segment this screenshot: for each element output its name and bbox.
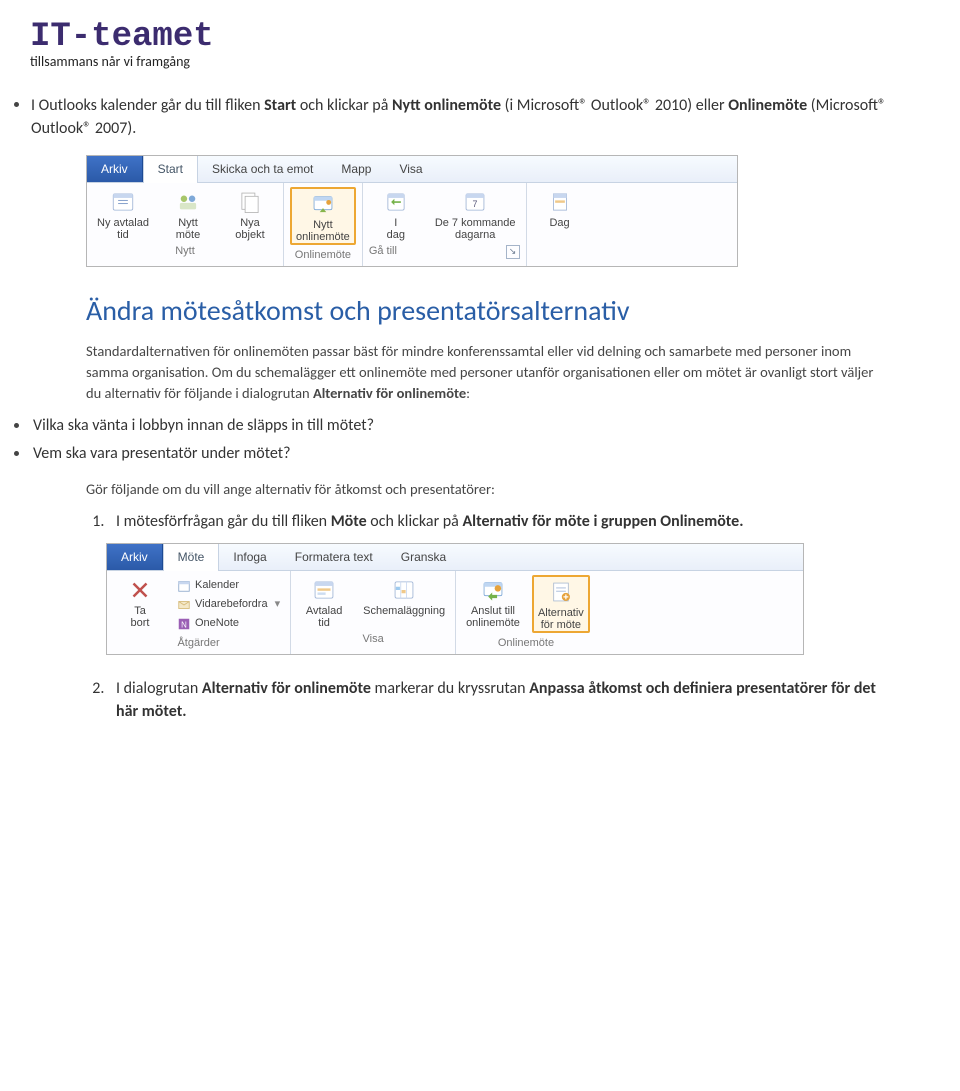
delete-icon [126, 577, 154, 603]
tab2-mote[interactable]: Möte [163, 544, 220, 571]
logo-text: IT-teamet [30, 20, 930, 54]
btn-nya-objekt[interactable]: Nya objekt [223, 187, 277, 241]
step-1: I mötesförfrågan går du till fliken Möte… [108, 510, 890, 533]
scheduling-icon [390, 577, 418, 603]
group-atgarder: Ta bort Kalender Vidarebefordra▾ N OneNo… [107, 571, 291, 654]
btn-ta-bort[interactable]: Ta bort [113, 575, 167, 629]
outlook-ribbon-start: Arkiv Start Skicka och ta emot Mapp Visa… [86, 155, 738, 267]
tab-arkiv[interactable]: Arkiv [87, 156, 143, 182]
btn-i-dag[interactable]: I dag [369, 187, 423, 241]
group-label-onlinemote-2: Onlinemöte [462, 636, 590, 652]
group-label-onlinemote: Onlinemöte [290, 248, 356, 264]
group-onlinemote-2: Anslut till onlinemöte Alternativ för mö… [456, 571, 596, 654]
svg-text:N: N [181, 620, 187, 629]
group-visa: Avtalad tid Schemaläggning Visa [291, 571, 456, 654]
tab-visa[interactable]: Visa [385, 156, 436, 182]
expand-icon[interactable]: ↘ [506, 245, 520, 259]
bullet-icon [14, 102, 19, 107]
intro-bullet: I Outlooks kalender går du till fliken S… [14, 94, 930, 140]
ribbon2-tabs: Arkiv Möte Infoga Formatera text Granska [107, 544, 803, 571]
online-meeting-icon [309, 191, 337, 217]
logo-tagline: tillsammans når vi framgång [30, 52, 930, 72]
intro-text: I Outlooks kalender går du till fliken S… [31, 94, 930, 140]
btn-dag[interactable]: Dag [533, 187, 587, 229]
day-icon [546, 189, 574, 215]
group-gatill: I dag 7 De 7 kommande dagarna Gå till ↘ [363, 183, 527, 266]
tab2-infoga[interactable]: Infoga [219, 544, 280, 570]
appointment-icon [109, 189, 137, 215]
group-nytt: Ny avtalad tid Nytt möte Nya objekt Nytt [87, 183, 284, 266]
btn-avtalad-tid[interactable]: Avtalad tid [297, 575, 351, 629]
btn-nytt-mote[interactable]: Nytt möte [161, 187, 215, 241]
options-bullet-list: Vilka ska vänta i lobbyn innan de släpps… [36, 414, 930, 464]
btn-kalender[interactable]: Kalender [173, 577, 284, 595]
svg-text:7: 7 [473, 199, 478, 209]
btn-de7-dagarna[interactable]: 7 De 7 kommande dagarna [431, 187, 520, 241]
bullet-lobby: Vilka ska vänta i lobbyn innan de släpps… [14, 414, 930, 437]
btn-onenote[interactable]: N OneNote [173, 615, 284, 633]
forward-icon [177, 598, 191, 612]
appointment-icon [310, 577, 338, 603]
next7days-icon: 7 [461, 189, 489, 215]
group-dag: Dag [527, 183, 593, 266]
tab-mapp[interactable]: Mapp [327, 156, 385, 182]
bullet-presenter: Vem ska vara presentatör under mötet? [14, 442, 930, 465]
group-label-atgarder: Åtgärder [113, 636, 284, 652]
group-label-gatill: Gå till ↘ [369, 244, 520, 260]
steps-list: I mötesförfrågan går du till fliken Möte… [86, 510, 890, 533]
btn-nytt-onlinemote[interactable]: Nytt onlinemöte [290, 187, 356, 245]
btn-anslut-onlinemote[interactable]: Anslut till onlinemöte [462, 575, 524, 633]
btn-ny-avtalad-tid[interactable]: Ny avtalad tid [93, 187, 153, 241]
group-onlinemote: Nytt onlinemöte Onlinemöte [284, 183, 363, 266]
new-items-icon [236, 189, 264, 215]
calendar-icon [177, 579, 191, 593]
join-online-icon [479, 577, 507, 603]
ribbon-tabs: Arkiv Start Skicka och ta emot Mapp Visa [87, 156, 737, 183]
btn-alternativ-for-mote[interactable]: Alternativ för möte [532, 575, 590, 633]
meeting-options-icon [547, 579, 575, 605]
section-title: Ändra mötesåtkomst och presentatörsalter… [86, 291, 930, 332]
onenote-icon: N [177, 617, 191, 631]
btn-vidarebefordra[interactable]: Vidarebefordra▾ [173, 596, 284, 614]
tab2-arkiv[interactable]: Arkiv [107, 544, 163, 570]
ribbon2-body: Ta bort Kalender Vidarebefordra▾ N OneNo… [107, 571, 803, 654]
group-label-visa: Visa [297, 632, 449, 648]
tab2-formatera[interactable]: Formatera text [281, 544, 387, 570]
outlook-ribbon-mote: Arkiv Möte Infoga Formatera text Granska… [106, 543, 804, 655]
paragraph-do-following: Gör följande om du vill ange alternativ … [86, 479, 890, 500]
steps-list-2: I dialogrutan Alternativ för onlinemöte … [86, 677, 890, 723]
tab-start[interactable]: Start [143, 156, 198, 183]
atgarder-column: Kalender Vidarebefordra▾ N OneNote [173, 575, 284, 633]
paragraph-standard-alternativ: Standardalternativen för onlinemöten pas… [86, 341, 890, 404]
step-2: I dialogrutan Alternativ för onlinemöte … [108, 677, 890, 723]
today-icon [382, 189, 410, 215]
btn-schemalaggning[interactable]: Schemaläggning [359, 575, 449, 629]
group-label-nytt: Nytt [93, 244, 277, 260]
meeting-icon [174, 189, 202, 215]
ribbon-body: Ny avtalad tid Nytt möte Nya objekt Nytt… [87, 183, 737, 266]
tab2-granska[interactable]: Granska [387, 544, 460, 570]
tab-skicka[interactable]: Skicka och ta emot [198, 156, 327, 182]
logo-block: IT-teamet tillsammans når vi framgång [30, 20, 930, 72]
